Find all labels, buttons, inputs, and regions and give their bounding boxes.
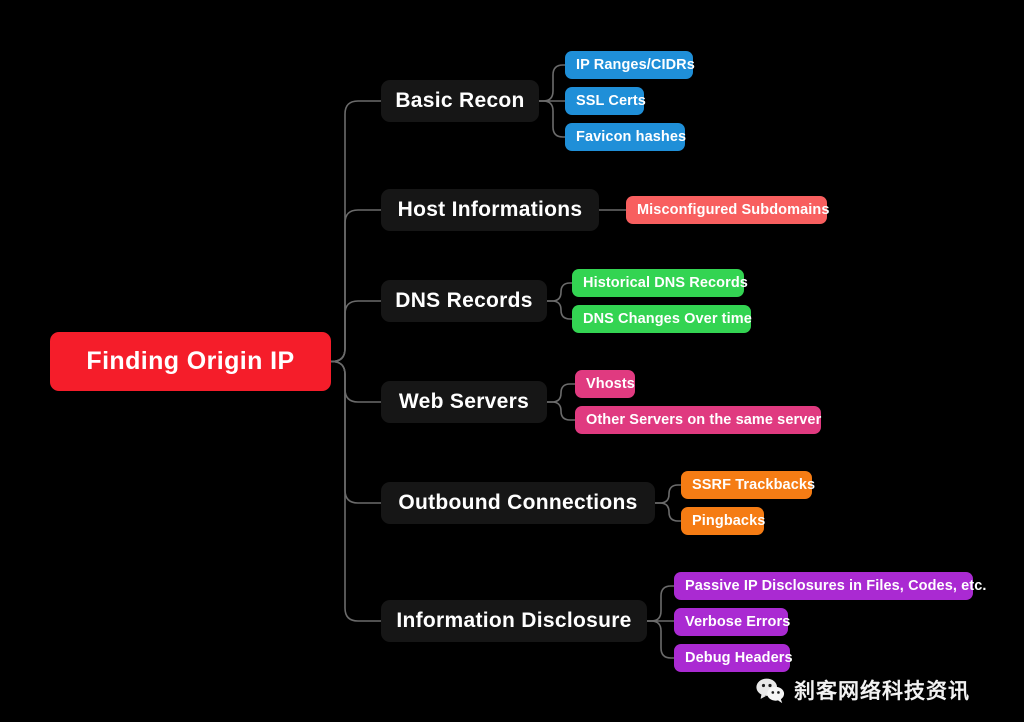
connector (330, 360, 382, 504)
branch-node-host-informations-label: Host Informations (397, 198, 583, 221)
connector (538, 100, 566, 138)
leaf-node-other-servers-on-the-same-server-label: Other Servers on the same server (586, 412, 822, 428)
leaf-node-debug-headers-label: Debug Headers (685, 650, 793, 666)
branch-node-web-servers-label: Web Servers (398, 390, 530, 413)
connector (646, 620, 675, 659)
mindmap-canvas: Finding Origin IP Basic Recon IP Ranges/CI… (0, 0, 1024, 722)
leaf-node-favicon-hashes[interactable]: Favicon hashes (565, 123, 687, 151)
branch-node-dns-records-label: DNS Records (395, 289, 533, 312)
leaf-node-verbose-errors-label: Verbose Errors (685, 614, 791, 630)
leaf-node-verbose-errors[interactable]: Verbose Errors (674, 608, 791, 636)
leaf-node-ssrf-trackbacks[interactable]: SSRF Trackbacks (681, 471, 816, 499)
leaf-node-ssrf-trackbacks-label: SSRF Trackbacks (692, 477, 816, 493)
leaf-node-favicon-hashes-label: Favicon hashes (576, 129, 687, 145)
leaf-node-ssl-certs[interactable]: SSL Certs (565, 87, 646, 115)
branch-node-basic-recon-label: Basic Recon (395, 89, 525, 112)
leaf-node-other-servers-on-the-same-server[interactable]: Other Servers on the same server (575, 406, 821, 434)
connector (654, 484, 682, 504)
connector (654, 502, 682, 522)
watermark-text: 刹客网络科技资讯 (794, 680, 970, 703)
connector (330, 209, 382, 363)
branch-node-information-disclosure-label: Information Disclosure (396, 609, 632, 632)
leaf-node-passive-ip-disclosures-in-files-codes-etc[interactable]: Passive IP Disclosures in Files, Codes, … (674, 572, 986, 600)
leaf-node-historical-dns-records[interactable]: Historical DNS Records (572, 269, 748, 297)
connector (546, 282, 573, 302)
leaf-node-ssl-certs-label: SSL Certs (576, 93, 646, 109)
leaf-node-ip-ranges-cidrs-label: IP Ranges/CIDRs (576, 57, 695, 73)
branch-node-information-disclosure[interactable]: Information Disclosure (381, 600, 647, 642)
leaf-node-pingbacks[interactable]: Pingbacks (681, 507, 766, 535)
leaf-node-passive-ip-disclosures-in-files-codes-etc-label: Passive IP Disclosures in Files, Codes, … (685, 578, 987, 594)
leaf-node-vhosts-label: Vhosts (586, 376, 635, 392)
leaf-node-dns-changes-over-time[interactable]: DNS Changes Over time (572, 305, 752, 333)
connector (330, 360, 382, 622)
leaf-node-debug-headers[interactable]: Debug Headers (674, 644, 793, 672)
branch-node-outbound-connections[interactable]: Outbound Connections (381, 482, 655, 524)
wechat-icon (755, 675, 785, 705)
leaf-node-historical-dns-records-label: Historical DNS Records (583, 275, 748, 291)
connector (546, 300, 573, 320)
connector (538, 64, 566, 102)
branch-node-outbound-connections-label: Outbound Connections (398, 491, 638, 514)
leaf-node-pingbacks-label: Pingbacks (692, 513, 766, 529)
connector (646, 585, 675, 622)
leaf-node-dns-changes-over-time-label: DNS Changes Over time (583, 311, 752, 327)
leaf-node-misconfigured-subdomains-label: Misconfigured Subdomains (637, 202, 830, 218)
connector (330, 300, 382, 363)
root-node-label: Finding Origin IP (86, 347, 295, 375)
connector (546, 383, 576, 403)
root-node[interactable]: Finding Origin IP (50, 332, 331, 391)
branch-node-web-servers[interactable]: Web Servers (381, 381, 547, 423)
branch-node-host-informations[interactable]: Host Informations (381, 189, 599, 231)
branch-node-basic-recon[interactable]: Basic Recon (381, 80, 539, 122)
branch-node-dns-records[interactable]: DNS Records (381, 280, 547, 322)
leaf-node-vhosts[interactable]: Vhosts (575, 370, 635, 398)
leaf-node-ip-ranges-cidrs[interactable]: IP Ranges/CIDRs (565, 51, 695, 79)
connector (546, 401, 576, 421)
connector (330, 360, 382, 403)
connector (330, 100, 382, 363)
watermark: 刹客网络科技资讯 (755, 675, 970, 705)
leaf-node-misconfigured-subdomains[interactable]: Misconfigured Subdomains (626, 196, 830, 224)
